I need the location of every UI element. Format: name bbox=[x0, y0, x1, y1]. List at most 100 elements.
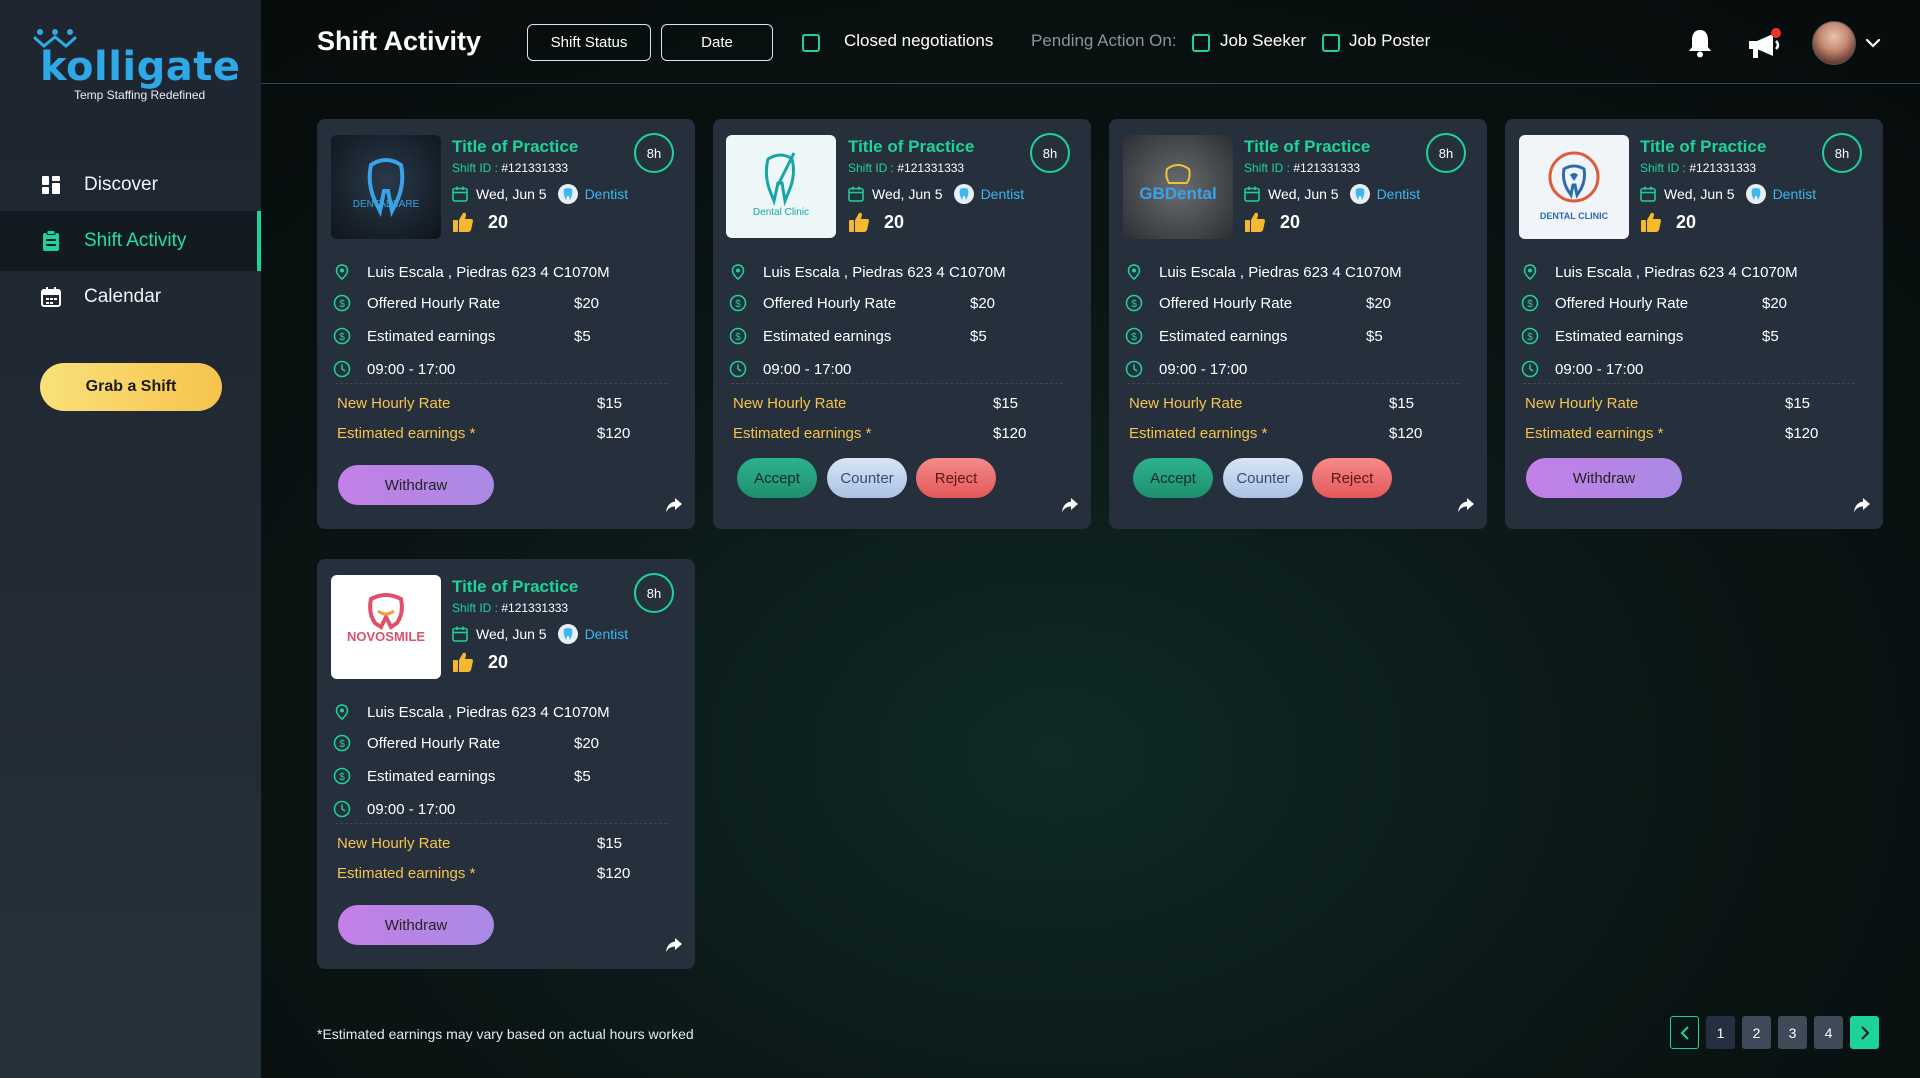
address-row: Luis Escala , Piedras 623 4 C1070M bbox=[333, 263, 610, 281]
shift-date-value: Wed, Jun 5 bbox=[1664, 186, 1735, 202]
shift-card[interactable]: NOVOSMILE Title of Practice Shift ID : #… bbox=[317, 559, 695, 969]
sidebar-item-label: Shift Activity bbox=[84, 230, 187, 251]
address-row: Luis Escala , Piedras 623 4 C1070M bbox=[1521, 263, 1798, 281]
shift-date-value: Wed, Jun 5 bbox=[872, 186, 943, 202]
new-estimated-earnings-label: Estimated earnings * bbox=[733, 425, 872, 442]
accept-button[interactable]: Accept bbox=[737, 458, 817, 498]
page-title: Shift Activity bbox=[317, 26, 482, 56]
bell-icon[interactable] bbox=[1687, 28, 1713, 58]
svg-text:$: $ bbox=[339, 772, 345, 783]
likes-value: 20 bbox=[1676, 211, 1697, 232]
likes-count: 20 bbox=[1640, 211, 1696, 233]
dollar-coin-icon: $ bbox=[333, 767, 351, 785]
new-estimated-earnings-label: Estimated earnings * bbox=[1129, 425, 1268, 442]
page-button-4[interactable]: 4 bbox=[1814, 1016, 1843, 1049]
calendar-icon bbox=[1640, 186, 1656, 202]
next-page-button[interactable] bbox=[1850, 1016, 1879, 1049]
practice-logo-text: NOVOSMILE bbox=[347, 629, 425, 644]
page-button-2[interactable]: 2 bbox=[1742, 1016, 1771, 1049]
brand-logo[interactable]: kolligate Temp Staffing Redefined bbox=[30, 26, 240, 106]
new-estimated-earnings-value: $120 bbox=[993, 425, 1027, 442]
practice-logo: NOVOSMILE bbox=[331, 575, 441, 679]
shift-id-value: #121331333 bbox=[501, 601, 569, 615]
counter-button[interactable]: Counter bbox=[1223, 458, 1303, 498]
clock-icon bbox=[1125, 360, 1143, 378]
grab-a-shift-button[interactable]: Grab a Shift bbox=[40, 363, 222, 411]
counter-button[interactable]: Counter bbox=[827, 458, 907, 498]
clock-icon bbox=[1521, 360, 1539, 378]
user-avatar[interactable] bbox=[1812, 21, 1856, 65]
practice-title[interactable]: Title of Practice bbox=[1244, 137, 1370, 157]
shift-card[interactable]: DENTAL CLINIC Title of Practice Shift ID… bbox=[1505, 119, 1883, 529]
accept-button[interactable]: Accept bbox=[1133, 458, 1213, 498]
withdraw-button[interactable]: Withdraw bbox=[338, 905, 494, 945]
likes-count: 20 bbox=[452, 211, 508, 233]
svg-text:$: $ bbox=[735, 299, 741, 310]
divider bbox=[1127, 383, 1459, 384]
page-button-3[interactable]: 3 bbox=[1778, 1016, 1807, 1049]
svg-text:$: $ bbox=[1131, 299, 1137, 310]
divider bbox=[1523, 383, 1855, 384]
practice-title[interactable]: Title of Practice bbox=[452, 137, 578, 157]
offered-rate-value: $20 bbox=[970, 294, 996, 312]
brand-name: kolligate bbox=[40, 44, 241, 90]
offered-rate-row: $ Offered Hourly Rate $20 bbox=[333, 734, 599, 752]
estimated-earnings-row: $ Estimated earnings $5 bbox=[333, 767, 591, 785]
reject-button[interactable]: Reject bbox=[916, 458, 996, 498]
sidebar: kolligate Temp Staffing Redefined Discov… bbox=[0, 0, 261, 1078]
divider bbox=[731, 383, 1063, 384]
shift-date: Wed, Jun 5 Dentist bbox=[1244, 183, 1420, 205]
estimated-earnings-label: Estimated earnings bbox=[763, 327, 892, 345]
shift-id-value: #121331333 bbox=[897, 161, 965, 175]
dollar-coin-icon: $ bbox=[1125, 294, 1143, 312]
address-value: Luis Escala , Piedras 623 4 C1070M bbox=[367, 703, 610, 721]
time-value: 09:00 - 17:00 bbox=[1159, 360, 1248, 378]
shift-id: Shift ID : #121331333 bbox=[1640, 161, 1756, 175]
time-value: 09:00 - 17:00 bbox=[367, 800, 456, 818]
estimated-earnings-value: $5 bbox=[574, 327, 591, 345]
thumbs-up-icon bbox=[1245, 212, 1265, 232]
role-label: Dentist bbox=[1376, 186, 1421, 202]
sidebar-item-shift-activity[interactable]: Shift Activity bbox=[0, 211, 261, 271]
practice-title[interactable]: Title of Practice bbox=[452, 577, 578, 597]
new-estimated-earnings-value: $120 bbox=[597, 425, 631, 442]
withdraw-button[interactable]: Withdraw bbox=[1526, 458, 1682, 498]
shift-id-label: Shift ID : bbox=[452, 161, 499, 175]
shift-date: Wed, Jun 5 Dentist bbox=[1640, 183, 1816, 205]
sidebar-item-discover[interactable]: Discover bbox=[0, 155, 261, 215]
closed-negotiations-label: Closed negotiations bbox=[844, 31, 994, 50]
reject-button[interactable]: Reject bbox=[1312, 458, 1392, 498]
address-value: Luis Escala , Piedras 623 4 C1070M bbox=[1159, 263, 1402, 281]
shift-status-filter-button[interactable]: Shift Status bbox=[527, 24, 651, 61]
closed-negotiations-checkbox[interactable] bbox=[802, 34, 820, 52]
dollar-coin-icon: $ bbox=[729, 294, 747, 312]
share-icon[interactable] bbox=[665, 497, 683, 513]
share-icon[interactable] bbox=[1061, 497, 1079, 513]
sidebar-item-calendar[interactable]: Calendar bbox=[0, 267, 261, 327]
share-icon[interactable] bbox=[1457, 497, 1475, 513]
withdraw-button[interactable]: Withdraw bbox=[338, 465, 494, 505]
practice-title[interactable]: Title of Practice bbox=[1640, 137, 1766, 157]
date-filter-button[interactable]: Date bbox=[661, 24, 773, 61]
new-hourly-rate-value: $15 bbox=[597, 395, 623, 412]
chevron-down-icon[interactable] bbox=[1865, 38, 1881, 48]
shift-card[interactable]: DENTALCARE Title of Practice Shift ID : … bbox=[317, 119, 695, 529]
shift-id: Shift ID : #121331333 bbox=[452, 161, 568, 175]
estimated-earnings-label: Estimated earnings bbox=[1555, 327, 1684, 345]
job-poster-checkbox[interactable] bbox=[1322, 34, 1340, 52]
location-pin-icon bbox=[333, 703, 351, 721]
shift-card[interactable]: GBDental Title of Practice Shift ID : #1… bbox=[1109, 119, 1487, 529]
practice-title[interactable]: Title of Practice bbox=[848, 137, 974, 157]
calendar-icon bbox=[1244, 186, 1260, 202]
prev-page-button[interactable] bbox=[1670, 1016, 1699, 1049]
share-icon[interactable] bbox=[665, 937, 683, 953]
svg-text:$: $ bbox=[339, 299, 345, 310]
share-icon[interactable] bbox=[1853, 497, 1871, 513]
job-seeker-checkbox[interactable] bbox=[1192, 34, 1210, 52]
notification-dot bbox=[1771, 28, 1781, 38]
new-hourly-rate-value: $15 bbox=[993, 395, 1019, 412]
shift-card[interactable]: Dental Clinic Title of Practice Shift ID… bbox=[713, 119, 1091, 529]
page-button-1[interactable]: 1 bbox=[1706, 1016, 1735, 1049]
likes-count: 20 bbox=[1244, 211, 1300, 233]
duration-badge: 8h bbox=[634, 573, 674, 613]
